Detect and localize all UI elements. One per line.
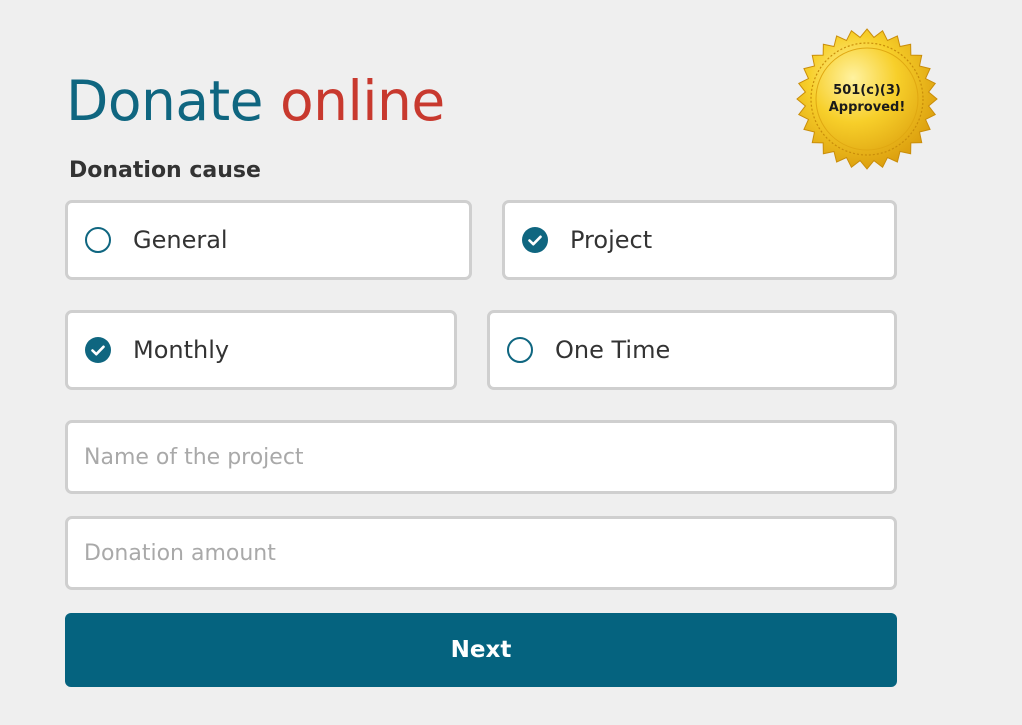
option-monthly-label: Monthly — [133, 336, 230, 364]
option-project-label: Project — [570, 226, 653, 254]
donation-cause-label: Donation cause — [69, 158, 261, 183]
donation-amount-input[interactable] — [65, 516, 897, 590]
title-word-online: online — [279, 69, 445, 133]
radio-empty-icon — [507, 337, 533, 363]
option-one-time-label: One Time — [555, 336, 671, 364]
approval-seal-badge: 501(c)(3) Approved! — [796, 28, 938, 170]
option-one-time[interactable]: One Time — [487, 310, 897, 390]
project-name-input[interactable] — [65, 420, 897, 494]
option-project[interactable]: Project — [502, 200, 897, 280]
seal-line-1: 501(c)(3) — [833, 83, 901, 98]
option-general-label: General — [133, 226, 228, 254]
title-word-donate: Donate — [66, 69, 263, 133]
radio-empty-icon — [85, 227, 111, 253]
check-circle-icon — [85, 337, 111, 363]
seal-line-2: Approved! — [828, 100, 906, 115]
next-button[interactable]: Next — [65, 613, 897, 687]
page-title: Donate online — [66, 66, 445, 136]
option-monthly[interactable]: Monthly — [65, 310, 457, 390]
check-circle-icon — [522, 227, 548, 253]
option-general[interactable]: General — [65, 200, 472, 280]
